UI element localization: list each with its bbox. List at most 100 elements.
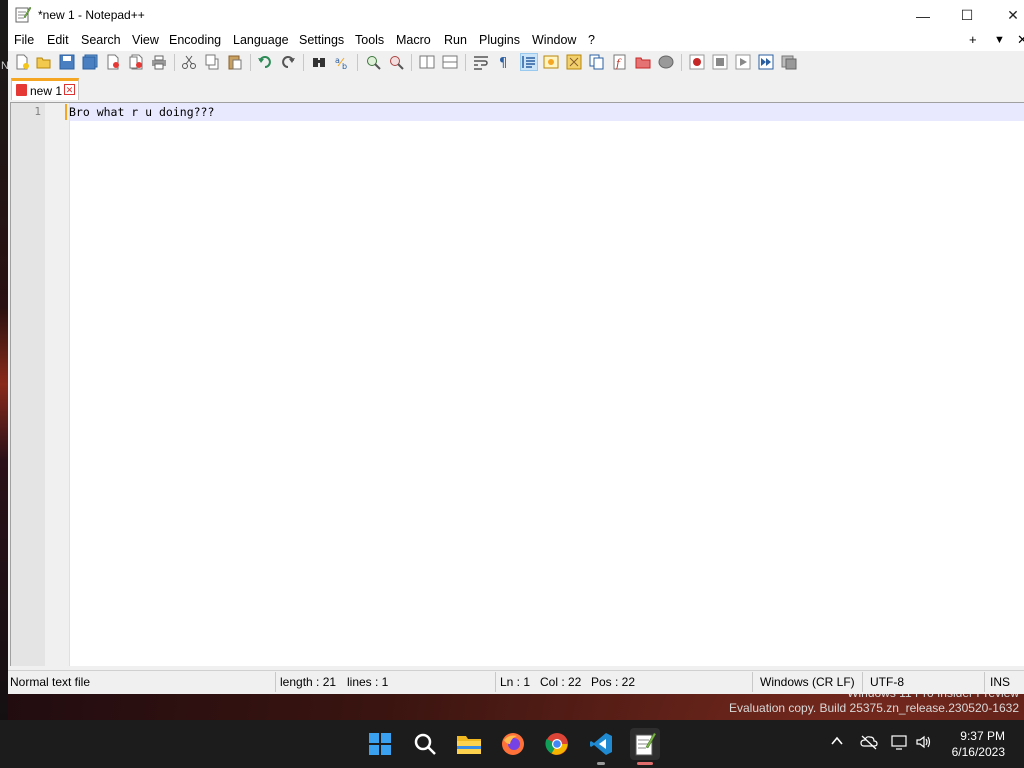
menu-bar: File Edit Search View Encoding Language … [8, 31, 1024, 51]
menu-help[interactable]: ? [588, 33, 595, 47]
tab-close-icon[interactable]: ✕ [64, 84, 75, 95]
file-explorer-button[interactable] [455, 730, 483, 758]
menu-view[interactable]: View [132, 33, 159, 47]
maximize-button[interactable]: ☐ [944, 0, 990, 31]
copy-icon[interactable] [204, 54, 220, 70]
find-icon[interactable] [311, 54, 327, 70]
print-icon[interactable] [151, 54, 167, 70]
tab-new-1[interactable]: new 1 ✕ [11, 78, 79, 100]
title-bar[interactable]: *new 1 - Notepad++ — ☐ ✕ [8, 0, 1024, 31]
word-wrap-icon[interactable] [473, 54, 489, 70]
redo-icon[interactable] [280, 54, 296, 70]
menu-language[interactable]: Language [233, 33, 289, 47]
chevron-up-icon[interactable] [828, 734, 846, 752]
firefox-icon [502, 733, 524, 755]
start-icon [369, 733, 391, 755]
sync-vertical-icon[interactable] [419, 54, 435, 70]
save-macro-icon[interactable] [781, 54, 797, 70]
notepadpp-app-icon [15, 6, 31, 23]
doc-list-icon[interactable] [589, 54, 605, 70]
folder-workspace-icon[interactable] [635, 54, 651, 70]
status-length: length : 21 [280, 675, 337, 689]
toolbar: ab ¶ f [8, 51, 1024, 74]
firefox-button[interactable] [499, 730, 527, 758]
vscode-button[interactable] [587, 730, 615, 758]
user-lang-icon[interactable] [543, 54, 559, 70]
play-macro-icon[interactable] [735, 54, 751, 70]
status-separator [862, 672, 863, 692]
volume-icon[interactable] [915, 734, 933, 752]
stop-record-icon[interactable] [712, 54, 728, 70]
menu-file[interactable]: File [14, 33, 34, 47]
dropdown-icon[interactable]: ▼ [994, 34, 1005, 46]
status-separator [984, 672, 985, 692]
notepadpp-active-indicator [637, 762, 653, 765]
window-title: *new 1 - Notepad++ [38, 8, 145, 22]
search-button[interactable] [411, 730, 439, 758]
fold-margin[interactable] [45, 103, 70, 666]
monitoring-icon[interactable] [658, 54, 674, 70]
taskbar: 9:37 PM 6/16/2023 [0, 720, 1024, 768]
watermark-line-2: Evaluation copy. Build 25375.zn_release.… [729, 701, 1019, 715]
replace-icon[interactable]: ab [334, 54, 350, 70]
menu-search[interactable]: Search [81, 33, 121, 47]
line-number-gutter: 1 [11, 103, 45, 666]
close-button[interactable]: ✕ [990, 0, 1024, 31]
open-file-icon[interactable] [36, 54, 52, 70]
save-icon[interactable] [59, 54, 75, 70]
zoom-in-icon[interactable] [365, 54, 381, 70]
toolbar-separator [174, 54, 175, 71]
notepadpp-taskbar-button[interactable] [630, 728, 660, 760]
close-doc-icon[interactable]: ✕ [1017, 32, 1024, 48]
menu-macro[interactable]: Macro [396, 33, 431, 47]
clock-date: 6/16/2023 [951, 745, 1005, 759]
toolbar-separator [681, 54, 682, 71]
clock-time: 9:37 PM [960, 729, 1005, 743]
menu-run[interactable]: Run [444, 33, 467, 47]
function-list-icon[interactable]: f [612, 54, 628, 70]
status-encoding[interactable]: UTF-8 [870, 675, 904, 689]
minimize-icon: — [916, 7, 930, 24]
chrome-button[interactable] [543, 730, 571, 758]
close-icon[interactable] [105, 54, 121, 70]
toolbar-separator [411, 54, 412, 71]
status-eol[interactable]: Windows (CR LF) [760, 675, 855, 689]
status-col[interactable]: Col : 22 [540, 675, 581, 689]
zoom-out-icon[interactable] [388, 54, 404, 70]
run-macro-multiple-icon[interactable] [758, 54, 774, 70]
menu-window[interactable]: Window [532, 33, 576, 47]
close-all-icon[interactable] [128, 54, 144, 70]
line-number: 1 [34, 105, 41, 118]
cut-icon[interactable] [181, 54, 197, 70]
paste-icon[interactable] [227, 54, 243, 70]
status-pos[interactable]: Pos : 22 [591, 675, 635, 689]
menu-settings[interactable]: Settings [299, 33, 344, 47]
undo-icon[interactable] [257, 54, 273, 70]
editor-line-text[interactable]: Bro what r u doing??? [69, 105, 214, 119]
sync-horizontal-icon[interactable] [442, 54, 458, 70]
menu-tools[interactable]: Tools [355, 33, 384, 47]
menu-encoding[interactable]: Encoding [169, 33, 221, 47]
add-icon[interactable]: + [969, 32, 977, 47]
minimize-button[interactable]: — [900, 0, 946, 31]
indent-guide-icon[interactable] [520, 53, 538, 71]
status-mode[interactable]: INS [990, 675, 1010, 689]
menu-plugins[interactable]: Plugins [479, 33, 520, 47]
editor-area[interactable]: 1 Bro what r u doing??? [10, 102, 1024, 666]
onedrive-offline-icon[interactable] [860, 734, 878, 752]
tab-label: new 1 [30, 84, 63, 98]
status-separator [495, 672, 496, 692]
show-all-chars-icon[interactable]: ¶ [496, 54, 512, 70]
doc-map-icon[interactable] [566, 54, 582, 70]
start-button[interactable] [366, 730, 394, 758]
status-ln[interactable]: Ln : 1 [500, 675, 530, 689]
network-icon[interactable] [891, 734, 909, 752]
taskbar-clock[interactable]: 9:37 PM 6/16/2023 [952, 728, 1005, 760]
save-all-icon[interactable] [82, 54, 98, 70]
menu-edit[interactable]: Edit [47, 33, 69, 47]
toolbar-separator [357, 54, 358, 71]
new-file-icon[interactable] [14, 54, 30, 70]
vscode-icon [590, 733, 612, 755]
desktop-background: N [0, 0, 9, 768]
record-macro-icon[interactable] [689, 54, 705, 70]
